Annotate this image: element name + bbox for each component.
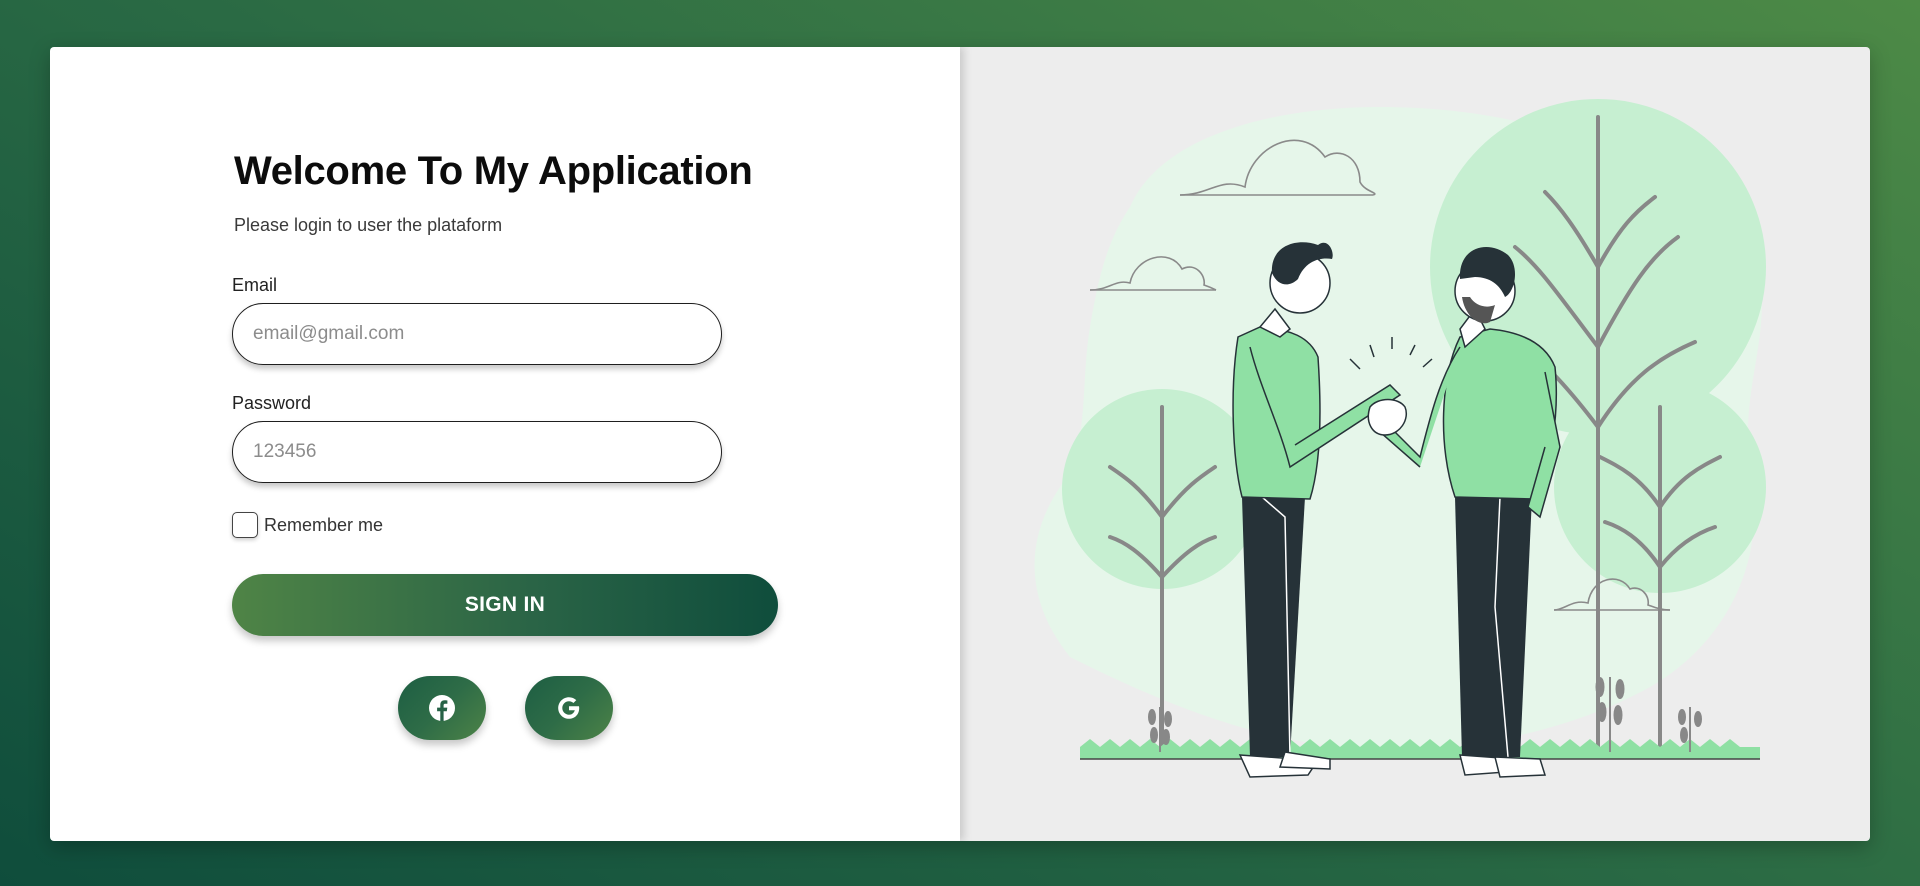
remember-me-checkbox[interactable] xyxy=(232,512,258,538)
sign-in-button[interactable]: SIGN IN xyxy=(232,574,778,636)
login-panel: Welcome To My Application Please login t… xyxy=(50,47,960,841)
password-field[interactable] xyxy=(232,421,722,483)
email-label: Email xyxy=(232,275,278,295)
illustration-panel xyxy=(960,47,1870,841)
facebook-icon xyxy=(429,695,455,721)
password-label: Password xyxy=(232,393,312,413)
google-icon xyxy=(558,697,580,719)
remember-me-row: Remember me xyxy=(232,512,383,538)
google-login-button[interactable] xyxy=(525,676,613,740)
page-title: Welcome To My Application xyxy=(234,149,753,193)
remember-me-label: Remember me xyxy=(264,514,384,535)
email-field[interactable] xyxy=(232,303,722,365)
login-card: Welcome To My Application Please login t… xyxy=(50,47,1870,841)
page-subtitle: Please login to user the plataform xyxy=(234,215,503,235)
handshake-illustration xyxy=(1034,99,1766,778)
facebook-login-button[interactable] xyxy=(398,676,486,740)
